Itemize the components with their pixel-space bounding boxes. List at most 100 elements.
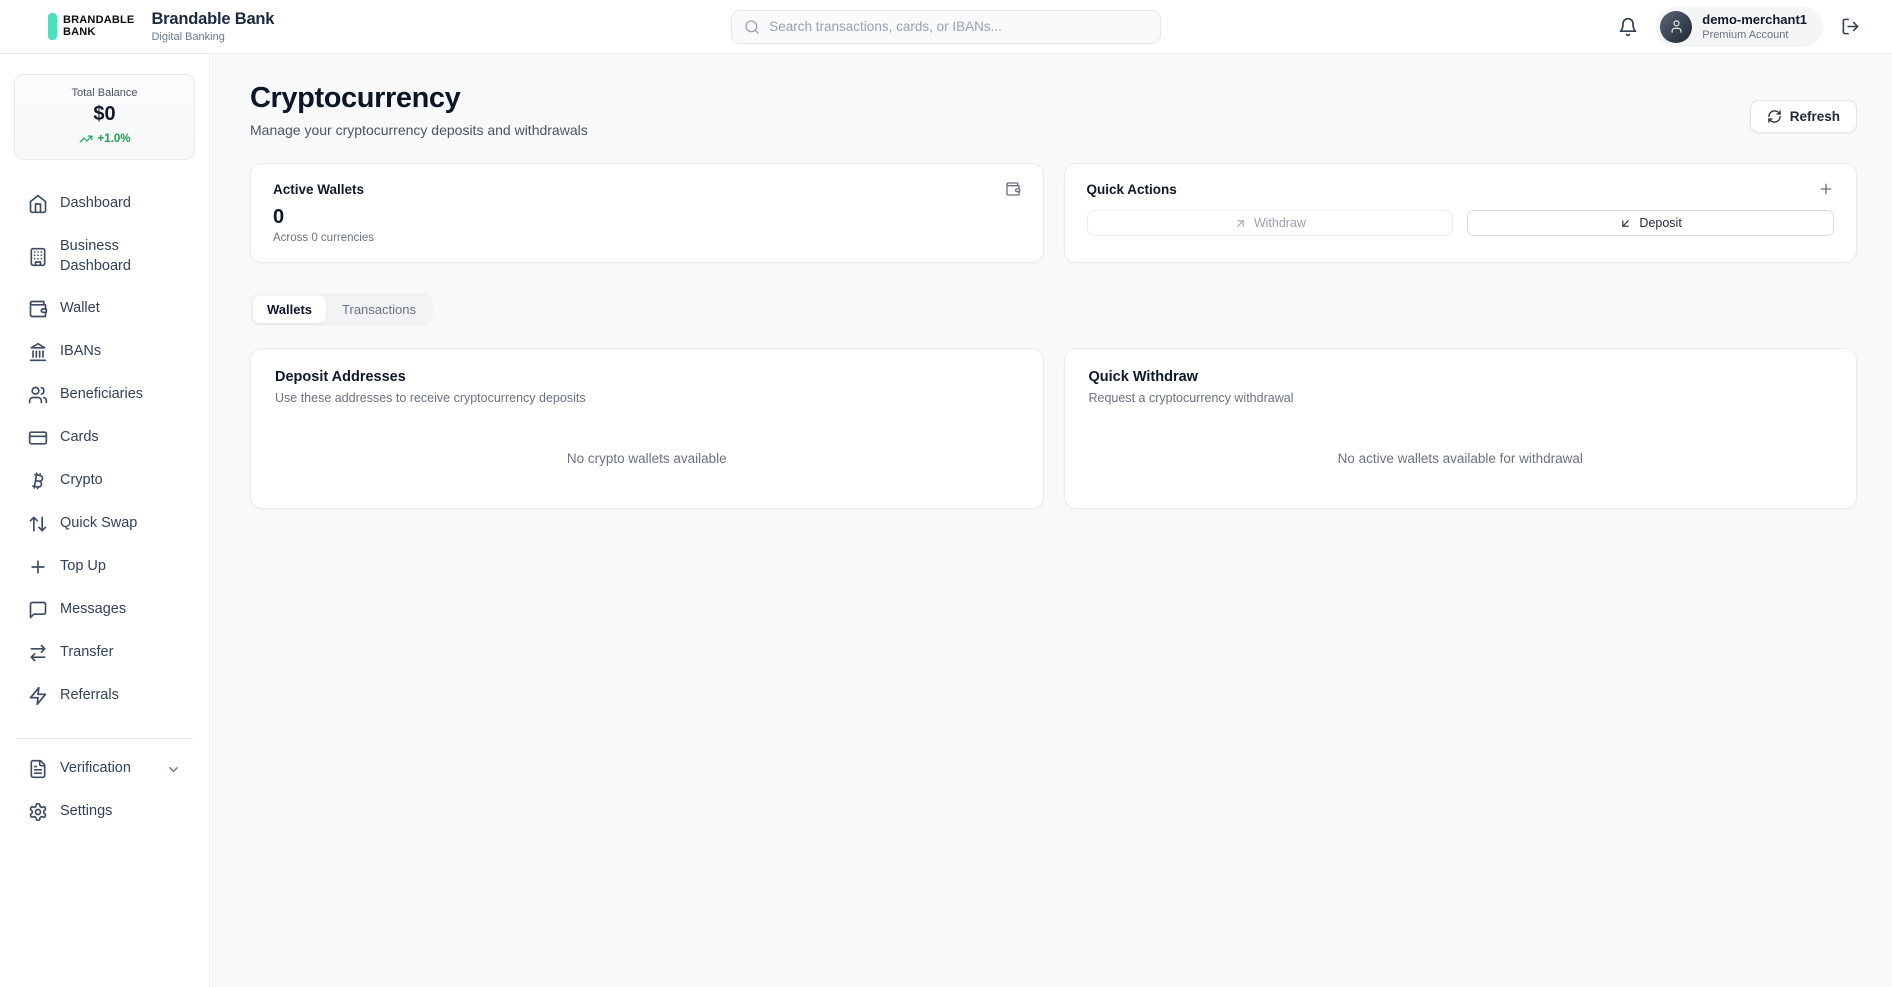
bitcoin-icon bbox=[28, 471, 48, 491]
stats-row: Active Wallets 0 Across 0 currencies Qui… bbox=[250, 163, 1857, 263]
active-wallets-card: Active Wallets 0 Across 0 currencies bbox=[250, 163, 1044, 263]
file-text-icon bbox=[28, 759, 48, 779]
wallet-icon bbox=[1005, 181, 1021, 197]
header-center bbox=[274, 10, 1618, 44]
users-icon bbox=[28, 385, 48, 405]
sidebar: Total Balance $0 +1.0% Dashboard Business… bbox=[0, 54, 210, 987]
sidebar-item-label: Wallet bbox=[60, 299, 100, 319]
deposit-addresses-panel: Deposit Addresses Use these addresses to… bbox=[250, 348, 1044, 509]
building-icon bbox=[28, 247, 48, 267]
sidebar-item-label: Quick Swap bbox=[60, 514, 137, 534]
settings-icon bbox=[28, 802, 48, 822]
wallet-icon bbox=[28, 299, 48, 319]
quick-withdraw-empty-state: No active wallets available for withdraw… bbox=[1089, 451, 1833, 466]
brand-title-block: Brandable Bank Digital Banking bbox=[151, 10, 274, 43]
sidebar-nav: Dashboard Business Dashboard Wallet IBANs Be… bbox=[14, 184, 195, 716]
deposit-label: Deposit bbox=[1639, 216, 1681, 230]
quick-actions-card-head: Quick Actions bbox=[1087, 181, 1835, 197]
sidebar-footer-nav: Verification Settings bbox=[14, 749, 195, 832]
brand-logo-text: BRANDABLE BANK bbox=[63, 15, 134, 39]
deposit-addresses-title: Deposit Addresses bbox=[275, 369, 1019, 385]
refresh-button[interactable]: Refresh bbox=[1750, 100, 1857, 133]
sidebar-divider bbox=[16, 738, 193, 739]
avatar bbox=[1660, 11, 1692, 43]
sidebar-item-dashboard[interactable]: Dashboard bbox=[14, 184, 195, 224]
page-title: Cryptocurrency bbox=[250, 82, 588, 115]
balance-label: Total Balance bbox=[25, 87, 184, 99]
plus-icon[interactable] bbox=[1818, 181, 1834, 197]
arrow-down-left-icon bbox=[1619, 217, 1632, 230]
bell-icon bbox=[1618, 17, 1638, 37]
arrow-up-right-icon bbox=[1234, 217, 1247, 230]
page-subtitle: Manage your cryptocurrency deposits and … bbox=[250, 122, 588, 138]
sidebar-item-transfer[interactable]: Transfer bbox=[14, 633, 195, 673]
sidebar-item-label: IBANs bbox=[60, 342, 101, 362]
credit-card-icon bbox=[28, 428, 48, 448]
balance-change: +1.0% bbox=[25, 132, 184, 146]
logout-button[interactable] bbox=[1841, 17, 1860, 36]
log-out-icon bbox=[1841, 17, 1860, 36]
search-input[interactable] bbox=[769, 19, 1148, 34]
sidebar-item-crypto[interactable]: Crypto bbox=[14, 461, 195, 501]
user-plan: Premium Account bbox=[1702, 29, 1807, 41]
page-header: Cryptocurrency Manage your cryptocurrenc… bbox=[250, 82, 1857, 138]
refresh-label: Refresh bbox=[1790, 109, 1840, 124]
brand-accent-bar bbox=[48, 13, 57, 40]
sidebar-item-messages[interactable]: Messages bbox=[14, 590, 195, 630]
sidebar-item-label: Cards bbox=[60, 428, 99, 448]
sidebar-item-label: Business Dashboard bbox=[60, 237, 181, 276]
user-icon bbox=[1669, 19, 1684, 34]
deposit-button[interactable]: Deposit bbox=[1467, 210, 1834, 236]
total-balance-card: Total Balance $0 +1.0% bbox=[14, 74, 195, 160]
message-square-icon bbox=[28, 600, 48, 620]
active-wallets-title: Active Wallets bbox=[273, 182, 364, 197]
sidebar-item-settings[interactable]: Settings bbox=[14, 792, 195, 832]
quick-withdraw-panel: Quick Withdraw Request a cryptocurrency … bbox=[1064, 348, 1858, 509]
page-header-text: Cryptocurrency Manage your cryptocurrenc… bbox=[250, 82, 588, 138]
sidebar-item-label: Transfer bbox=[60, 643, 113, 663]
sidebar-item-label: Verification bbox=[60, 759, 131, 779]
withdraw-button[interactable]: Withdraw bbox=[1087, 210, 1454, 236]
landmark-icon bbox=[28, 342, 48, 362]
refresh-icon bbox=[1767, 109, 1782, 124]
quick-withdraw-title: Quick Withdraw bbox=[1089, 369, 1833, 385]
tab-wallets[interactable]: Wallets bbox=[253, 296, 326, 323]
withdraw-label: Withdraw bbox=[1254, 216, 1306, 230]
brand-logo: BRANDABLE BANK Brandable Bank Digital Ba… bbox=[48, 10, 274, 43]
deposit-addresses-empty-state: No crypto wallets available bbox=[275, 451, 1019, 466]
deposit-addresses-subtitle: Use these addresses to receive cryptocur… bbox=[275, 391, 1019, 405]
header-right: demo-merchant1 Premium Account bbox=[1618, 7, 1860, 47]
sidebar-item-verification[interactable]: Verification bbox=[14, 749, 195, 789]
global-search[interactable] bbox=[731, 10, 1161, 44]
sidebar-item-top-up[interactable]: Top Up bbox=[14, 547, 195, 587]
sidebar-item-ibans[interactable]: IBANs bbox=[14, 332, 195, 372]
brand-logo-line2: BANK bbox=[63, 27, 134, 39]
quick-actions-buttons: Withdraw Deposit bbox=[1087, 210, 1835, 236]
sidebar-item-quick-swap[interactable]: Quick Swap bbox=[14, 504, 195, 544]
sidebar-item-wallet[interactable]: Wallet bbox=[14, 289, 195, 329]
notifications-button[interactable] bbox=[1618, 17, 1638, 37]
wallets-transactions-tabs: WalletsTransactions bbox=[250, 293, 433, 326]
trending-up-icon bbox=[79, 132, 93, 146]
sidebar-item-label: Top Up bbox=[60, 557, 106, 577]
sidebar-item-business-dashboard[interactable]: Business Dashboard bbox=[14, 227, 195, 286]
arrow-left-right-icon bbox=[28, 643, 48, 663]
sidebar-item-cards[interactable]: Cards bbox=[14, 418, 195, 458]
sidebar-item-beneficiaries[interactable]: Beneficiaries bbox=[14, 375, 195, 415]
zap-icon bbox=[28, 686, 48, 706]
user-name: demo-merchant1 bbox=[1702, 12, 1807, 28]
quick-withdraw-subtitle: Request a cryptocurrency withdrawal bbox=[1089, 391, 1833, 405]
brand-tagline: Digital Banking bbox=[151, 31, 274, 43]
user-menu[interactable]: demo-merchant1 Premium Account bbox=[1656, 7, 1823, 47]
sidebar-item-label: Settings bbox=[60, 802, 112, 822]
sidebar-item-referrals[interactable]: Referrals bbox=[14, 676, 195, 716]
balance-change-value: +1.0% bbox=[98, 133, 131, 145]
panels-row: Deposit Addresses Use these addresses to… bbox=[250, 348, 1857, 509]
quick-actions-title: Quick Actions bbox=[1087, 182, 1177, 197]
chevron-down-icon bbox=[166, 762, 181, 777]
active-wallets-count: 0 bbox=[273, 206, 1021, 229]
tab-transactions[interactable]: Transactions bbox=[328, 296, 430, 323]
arrow-up-down-icon bbox=[28, 514, 48, 534]
user-info: demo-merchant1 Premium Account bbox=[1702, 12, 1807, 40]
plus-icon bbox=[28, 557, 48, 577]
